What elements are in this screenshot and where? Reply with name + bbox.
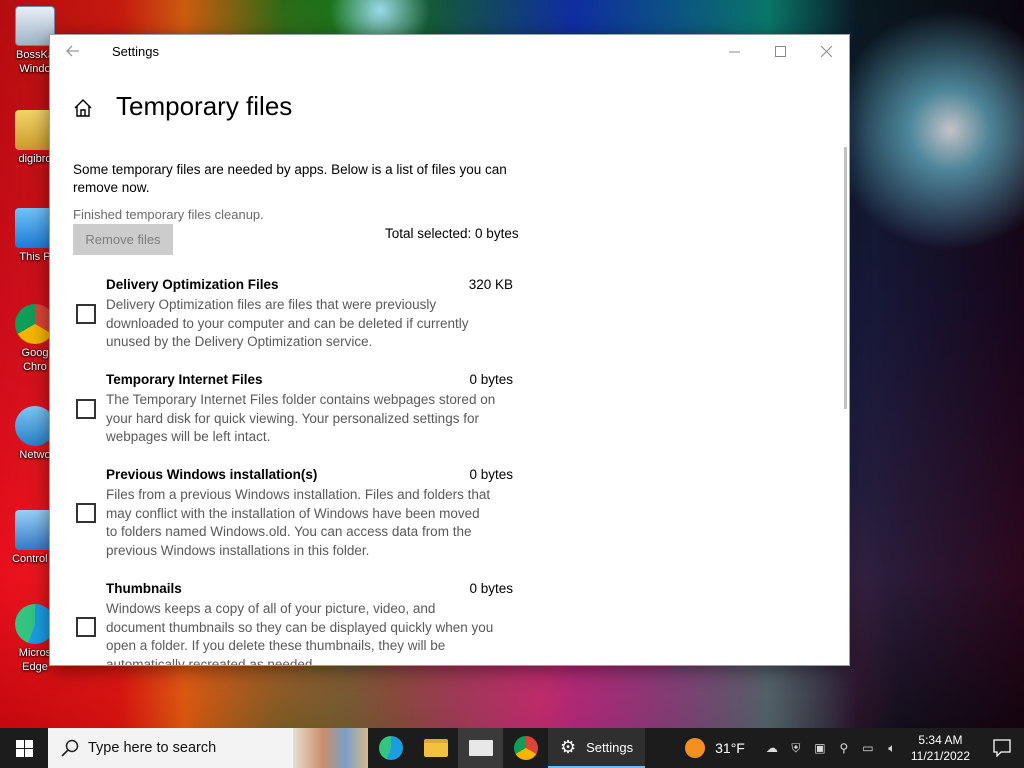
search-icon: [61, 739, 79, 757]
close-button[interactable]: [803, 35, 849, 67]
clock-date: 11/21/2022: [910, 749, 971, 763]
checkbox[interactable]: [76, 304, 96, 324]
checkbox[interactable]: [76, 617, 96, 637]
file-item-description: Delivery Optimization files are files th…: [106, 297, 469, 350]
system-tray: ☁ ⛨ ▣ ⚲ ▭ 🔈︎: [763, 741, 901, 756]
taskbar-file-explorer[interactable]: [413, 728, 458, 768]
notification-button[interactable]: [990, 728, 1014, 768]
file-item-name: Thumbnails: [106, 581, 182, 596]
settings-window: Settings Temporary files Some temporary …: [49, 34, 850, 666]
scrollbar[interactable]: [844, 147, 847, 409]
search-highlight-art: [293, 728, 368, 768]
taskbar-mail[interactable]: [458, 728, 503, 768]
file-item-description: The Temporary Internet Files folder cont…: [106, 392, 496, 445]
remove-files-button[interactable]: Remove files: [73, 224, 173, 255]
file-item-size: 0 bytes: [469, 581, 513, 596]
device-icon[interactable]: ▣: [811, 741, 829, 755]
taskbar: Type here to search ⚙ Settings 31°F ☁ ⛨ …: [0, 728, 1024, 768]
weather-sun-icon: [685, 738, 706, 758]
mail-icon: [468, 740, 493, 756]
file-item-size: 0 bytes: [469, 372, 513, 387]
search-placeholder: Type here to search: [88, 740, 217, 756]
maximize-button[interactable]: [757, 35, 803, 67]
back-arrow-icon: [66, 45, 79, 57]
clock-time: 5:34 AM: [918, 733, 963, 747]
taskbar-chrome[interactable]: [503, 728, 548, 768]
checkbox[interactable]: [76, 503, 96, 523]
clock[interactable]: 5:34 AM 11/21/2022: [911, 732, 970, 764]
home-icon: [74, 99, 92, 117]
taskbar-edge[interactable]: [368, 728, 413, 768]
maximize-icon: [774, 45, 786, 57]
taskbar-settings[interactable]: ⚙ Settings: [548, 728, 646, 768]
file-item-size: 0 bytes: [469, 467, 513, 482]
total-selected: Total selected: 0 bytes: [385, 226, 519, 241]
shield-icon[interactable]: ⛨: [787, 741, 805, 756]
file-item-description: Files from a previous Windows installati…: [106, 487, 491, 558]
notification-icon: [993, 739, 1011, 757]
cleanup-status: Finished temporary files cleanup.: [73, 207, 264, 222]
volume-icon[interactable]: 🔈︎: [883, 741, 901, 756]
edge-icon: [378, 736, 403, 760]
home-button[interactable]: [72, 97, 94, 119]
weather-widget[interactable]: 31°F: [685, 738, 745, 758]
file-item-name: Delivery Optimization Files: [106, 277, 279, 292]
page-title: Temporary files: [116, 91, 293, 121]
gear-icon: ⚙: [560, 736, 577, 757]
intro-text: Some temporary files are needed by apps.…: [73, 162, 507, 195]
folder-icon: [423, 739, 448, 757]
search-app-icon[interactable]: ⚲: [835, 741, 853, 755]
file-item-size: 320 KB: [468, 277, 513, 292]
temperature: 31°F: [715, 740, 745, 756]
close-icon: [820, 45, 832, 57]
taskbar-search[interactable]: Type here to search: [48, 728, 368, 768]
window-controls: [711, 35, 849, 67]
taskbar-settings-label: Settings: [586, 739, 634, 755]
back-button[interactable]: [50, 35, 96, 67]
minimize-button[interactable]: [711, 35, 757, 67]
minimize-icon: [728, 51, 740, 52]
windows-logo-icon: [15, 739, 33, 757]
file-item-name: Temporary Internet Files: [106, 372, 263, 387]
chrome-icon: [513, 736, 538, 760]
start-button[interactable]: [0, 728, 48, 768]
cloud-sync-icon[interactable]: ☁: [763, 741, 781, 755]
network-icon[interactable]: ▭: [859, 741, 877, 755]
file-item-name: Previous Windows installation(s): [106, 467, 318, 482]
window-title: Settings: [112, 43, 159, 59]
checkbox[interactable]: [76, 399, 96, 419]
title-bar[interactable]: Settings: [50, 35, 849, 67]
file-item-description: Windows keeps a copy of all of your pict…: [106, 601, 494, 666]
